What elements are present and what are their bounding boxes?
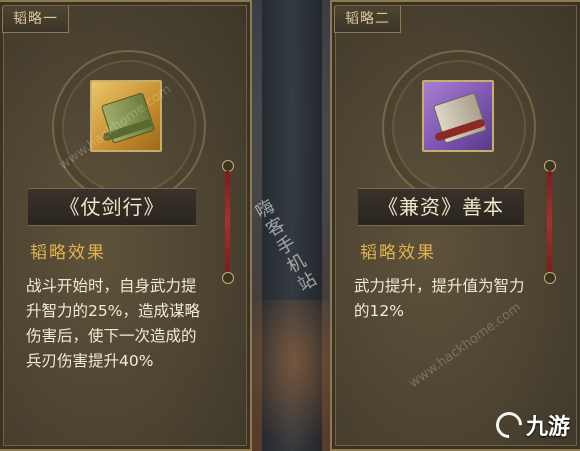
slider-knob-bottom bbox=[544, 272, 556, 284]
effect-title: 韬略效果 bbox=[360, 243, 436, 263]
logo-icon bbox=[490, 406, 528, 444]
logo-text: 九游 bbox=[525, 415, 570, 440]
panel-tab-2: 韬略二 bbox=[334, 6, 401, 33]
purple-scroll-icon[interactable] bbox=[422, 80, 494, 152]
logo: 九游 bbox=[490, 406, 570, 444]
panel-tab-1: 韬略一 bbox=[2, 6, 69, 33]
item-name: 《兼资》善本 bbox=[358, 188, 524, 226]
item-name: 《仗剑行》 bbox=[28, 188, 196, 226]
scroll-slider[interactable] bbox=[544, 160, 556, 284]
slider-knob-bottom bbox=[222, 272, 234, 284]
effect-title: 韬略效果 bbox=[30, 243, 106, 263]
strategy-panel-2[interactable]: 韬略二 《兼资》善本 韬略效果 武力提升，提升值为智力的12% bbox=[330, 0, 580, 451]
effect-description: 战斗开始时，自身武力提升智力的25%，造成谋略伤害后，使下一次造成的兵刃伤害提升… bbox=[26, 277, 200, 370]
scroll-slider[interactable] bbox=[222, 160, 234, 284]
slider-bar bbox=[225, 171, 230, 273]
slider-bar bbox=[547, 171, 552, 273]
strategy-panel-1[interactable]: 韬略一 《仗剑行》 韬略效果 战斗开始时，自身武力提升智力的25%，造成谋略伤害… bbox=[0, 0, 252, 451]
